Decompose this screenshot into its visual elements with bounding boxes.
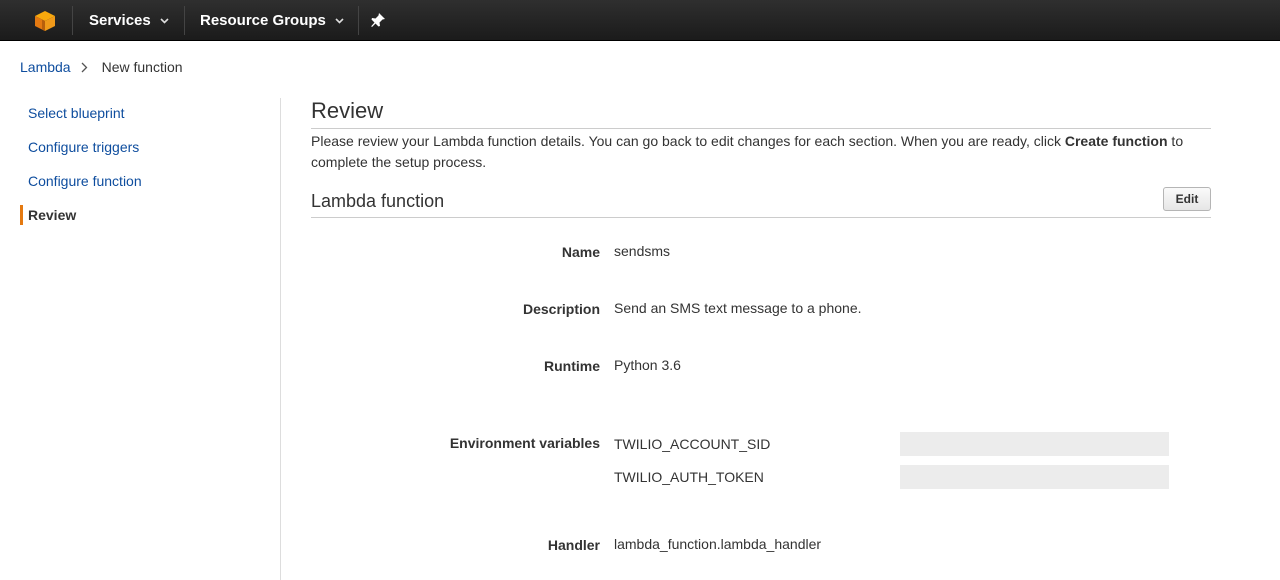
handler-label: Handler (547, 537, 600, 553)
env-var-key: TWILIO_ACCOUNT_SID (614, 436, 771, 452)
resource-groups-menu[interactable]: Resource Groups (200, 0, 344, 41)
services-menu[interactable]: Services (89, 0, 169, 41)
environment-variables-label: Environment variables (449, 435, 600, 451)
breadcrumb: Lambda New function (20, 59, 183, 75)
env-var-key: TWILIO_AUTH_TOKEN (614, 469, 764, 485)
resource-groups-label: Resource Groups (200, 12, 326, 29)
nav-divider (358, 6, 359, 35)
step-configure-function[interactable]: Configure function (20, 164, 260, 198)
chevron-down-icon (160, 17, 169, 24)
runtime-value: Python 3.6 (614, 357, 681, 373)
runtime-label: Runtime (544, 358, 600, 374)
description-label: Description (522, 301, 600, 317)
handler-value: lambda_function.lambda_handler (614, 536, 822, 552)
lambda-function-section-header: Lambda function Edit (311, 187, 1211, 218)
wizard-steps: Select blueprint Configure triggers Conf… (20, 96, 260, 225)
step-configure-triggers[interactable]: Configure triggers (20, 130, 260, 164)
chevron-down-icon (335, 17, 344, 24)
top-navigation-bar: Services Resource Groups (0, 0, 1280, 41)
review-instructions: Please review your Lambda function detai… (311, 131, 1211, 173)
pin-icon[interactable] (370, 12, 386, 28)
nav-divider (72, 6, 73, 35)
section-title: Lambda function (311, 191, 445, 211)
description-value: Send an SMS text message to a phone. (614, 300, 862, 316)
intro-text: Please review your Lambda function detai… (311, 133, 1065, 149)
step-review: Review (20, 205, 260, 225)
env-var-value-masked (900, 465, 1169, 489)
chevron-right-icon (81, 62, 88, 72)
page-title: Review (311, 98, 1211, 129)
breadcrumb-current: New function (101, 59, 183, 75)
vertical-divider (280, 98, 281, 580)
nav-divider (184, 6, 185, 35)
step-select-blueprint[interactable]: Select blueprint (20, 96, 260, 130)
env-var-value-masked (900, 432, 1169, 456)
name-value: sendsms (614, 243, 671, 259)
aws-cube-icon (35, 10, 55, 31)
name-label: Name (561, 244, 600, 260)
aws-logo[interactable] (20, 0, 70, 41)
services-label: Services (89, 12, 151, 29)
review-panel: Review Please review your Lambda functio… (311, 98, 1211, 218)
edit-button[interactable]: Edit (1163, 187, 1211, 211)
breadcrumb-link-lambda[interactable]: Lambda (20, 59, 71, 75)
intro-bold-text: Create function (1064, 133, 1168, 149)
